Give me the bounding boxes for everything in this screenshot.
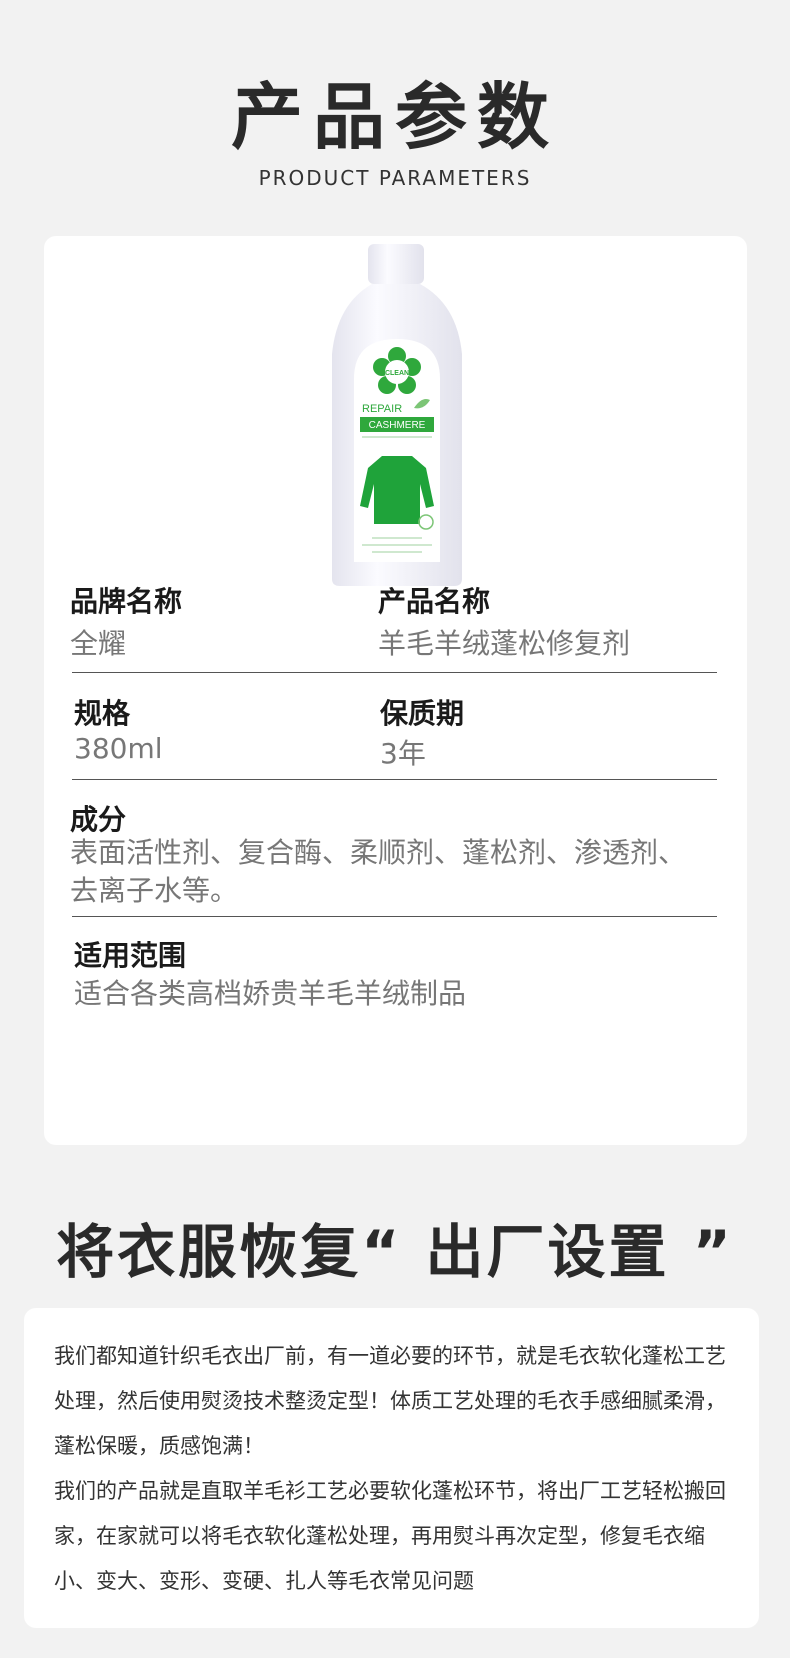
product-name-label: 产品名称 (378, 585, 491, 618)
description-paragraph: 我们的产品就是直取羊毛衫工艺必要软化蓬松环节，将出厂工艺轻松搬回家，在家就可以将… (54, 1479, 726, 1593)
product-bottle-image: CLEAN REPAIR CASHMERE (302, 244, 492, 592)
divider (72, 779, 717, 780)
logo-text: CLEAN (385, 370, 409, 377)
spec-label: 规格 (74, 697, 131, 730)
description-paragraph: 我们都知道针织毛衣出厂前，有一道必要的环节，就是毛衣软化蓬松工艺处理，然后使用熨… (54, 1344, 726, 1458)
shelf-life-value: 3年 (380, 737, 426, 770)
shelf-life-label: 保质期 (380, 697, 465, 730)
page-subtitle: PRODUCT PARAMETERS (258, 166, 532, 190)
divider (72, 916, 717, 917)
product-name-value: 羊毛羊绒蓬松修复剂 (378, 627, 631, 660)
params-card: CLEAN REPAIR CASHMERE 品牌名称 全耀 产品名称 羊毛羊绒蓬… (44, 236, 747, 1145)
ingredients-value: 表面活性剂、复合酶、柔顺剂、蓬松剂、渗透剂、去离子水等。 (70, 836, 687, 907)
ingredients-label: 成分 (70, 803, 127, 836)
description-card: 我们都知道针织毛衣出厂前，有一道必要的环节，就是毛衣软化蓬松工艺处理，然后使用熨… (24, 1308, 759, 1628)
description-text: 我们都知道针织毛衣出厂前，有一道必要的环节，就是毛衣软化蓬松工艺处理，然后使用熨… (54, 1334, 734, 1604)
scope-value: 适合各类高档娇贵羊毛羊绒制品 (74, 977, 467, 1010)
slogan-heading: 将衣服恢复“ 出厂设置 ” (56, 1218, 734, 1286)
brand-label: 品牌名称 (70, 585, 183, 618)
page-title: 产品参数 (230, 75, 559, 159)
scope-label: 适用范围 (74, 939, 187, 972)
divider (72, 672, 717, 673)
repair-text: REPAIR (362, 403, 402, 415)
cashmere-text: CASHMERE (369, 420, 426, 431)
brand-value: 全耀 (70, 627, 127, 660)
spec-value: 380ml (74, 732, 163, 765)
